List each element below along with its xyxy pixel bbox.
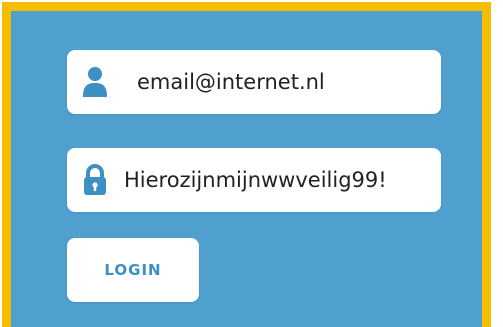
login-button[interactable]: LOGIN [67,238,199,302]
lock-icon [84,164,106,195]
password-field[interactable]: Hierozijnmijnwwveilig99! [67,148,441,212]
login-panel: email@internet.nl Hierozijnmijnwwveilig9… [2,2,491,327]
password-value: Hierozijnmijnwwveilig99! [124,168,387,192]
email-field[interactable]: email@internet.nl [67,50,441,114]
login-button-label: LOGIN [104,261,162,279]
user-icon [83,67,107,97]
email-value: email@internet.nl [137,70,325,94]
